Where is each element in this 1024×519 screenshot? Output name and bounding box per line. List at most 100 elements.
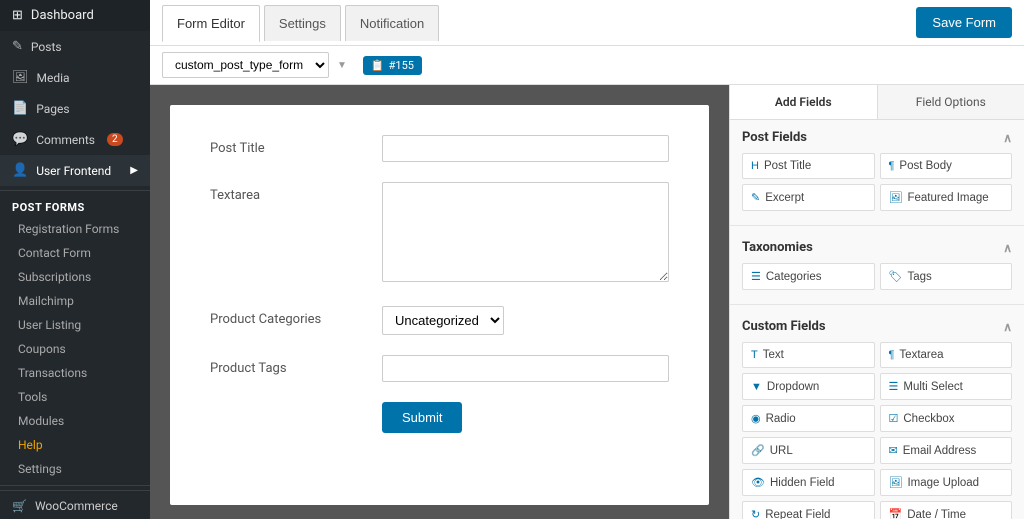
sidebar-item-woocommerce[interactable]: 🛒 WooCommerce: [0, 490, 150, 519]
field-row-product-categories: Product Categories Uncategorized: [210, 306, 669, 335]
sidebar-logo[interactable]: ⊞ Dashboard: [0, 0, 150, 31]
field-btn-email-address[interactable]: ✉ Email Address: [880, 437, 1013, 464]
field-btn-date-time[interactable]: 📅 Date / Time: [880, 501, 1013, 519]
field-btn-categories[interactable]: ☰ Categories: [742, 263, 875, 290]
pages-icon: 📄: [12, 101, 28, 116]
chevron-down-icon: ▼: [337, 60, 347, 71]
field-btn-radio[interactable]: ◉ Radio: [742, 405, 875, 432]
right-panel: Add Fields Field Options Post Fields ∧ H…: [729, 85, 1024, 519]
sidebar-item-transactions[interactable]: Transactions: [0, 361, 150, 385]
sidebar-item-comments[interactable]: 💬 Comments 2: [0, 124, 150, 155]
radio-btn-icon: ◉: [751, 412, 761, 425]
sidebar-item-subscriptions[interactable]: Subscriptions: [0, 265, 150, 289]
hidden-field-btn-label: Hidden Field: [770, 477, 835, 489]
url-btn-label: URL: [770, 445, 793, 457]
secondbar: custom_post_type_form ▼ 📋 #155: [150, 46, 1024, 85]
field-btn-repeat-field[interactable]: ↻ Repeat Field: [742, 501, 875, 519]
taxonomies-grid: ☰ Categories 🏷 Tags: [742, 263, 1012, 290]
custom-fields-section: Custom Fields ∧ T Text ¶ Textarea ▼ Drop…: [730, 309, 1024, 519]
custom-fields-collapse-icon[interactable]: ∧: [1003, 320, 1012, 334]
field-btn-post-title[interactable]: H Post Title: [742, 153, 875, 179]
field-btn-checkbox[interactable]: ☑ Checkbox: [880, 405, 1013, 432]
sidebar-item-user-listing[interactable]: User Listing: [0, 313, 150, 337]
sidebar-item-media[interactable]: 🖼 Media: [0, 62, 150, 93]
sidebar-item-posts[interactable]: ✎ Posts: [0, 31, 150, 62]
sidebar-item-user-frontend[interactable]: 👤 User Frontend ▶: [0, 155, 150, 186]
field-btn-multi-select[interactable]: ☰ Multi Select: [880, 373, 1013, 400]
posts-icon: ✎: [12, 39, 23, 54]
sidebar-item-help[interactable]: Help: [0, 433, 150, 457]
content-row: Post Title Textarea Product Categories: [150, 85, 1024, 519]
field-btn-dropdown[interactable]: ▼ Dropdown: [742, 373, 875, 400]
field-btn-tags[interactable]: 🏷 Tags: [880, 263, 1013, 290]
media-icon: 🖼: [12, 70, 29, 85]
submit-row: Submit: [210, 402, 669, 433]
tab-settings[interactable]: Settings: [264, 5, 341, 41]
date-time-btn-icon: 📅: [889, 508, 903, 519]
email-btn-label: Email Address: [903, 445, 977, 457]
post-body-btn-icon: ¶: [889, 160, 895, 172]
taxonomies-title: Taxonomies: [742, 240, 813, 255]
sidebar-item-settings[interactable]: Settings: [0, 457, 150, 481]
post-fields-collapse-icon[interactable]: ∧: [1003, 131, 1012, 145]
field-btn-image-upload[interactable]: 🖼 Image Upload: [880, 469, 1013, 496]
excerpt-btn-label: Excerpt: [765, 192, 804, 204]
post-forms-section-label: Post Forms: [0, 195, 150, 217]
field-btn-excerpt[interactable]: ✎ Excerpt: [742, 184, 875, 211]
post-fields-grid: H Post Title ¶ Post Body ✎ Excerpt 🖼 Fea…: [742, 153, 1012, 211]
form-name-select[interactable]: custom_post_type_form: [162, 52, 329, 78]
sidebar: ⊞ Dashboard ✎ Posts 🖼 Media 📄 Pages 💬 Co…: [0, 0, 150, 519]
field-btn-featured-image[interactable]: 🖼 Featured Image: [880, 184, 1013, 211]
featured-image-btn-icon: 🖼: [889, 191, 903, 204]
taxonomies-collapse-icon[interactable]: ∧: [1003, 241, 1012, 255]
tab-form-editor[interactable]: Form Editor: [162, 5, 260, 42]
comments-icon: 💬: [12, 132, 28, 147]
post-title-input[interactable]: [382, 135, 669, 162]
field-btn-hidden-field[interactable]: 👁 Hidden Field: [742, 469, 875, 496]
post-fields-header: Post Fields ∧: [742, 130, 1012, 145]
sidebar-item-contact-form[interactable]: Contact Form: [0, 241, 150, 265]
sidebar-item-coupons[interactable]: Coupons: [0, 337, 150, 361]
repeat-field-btn-icon: ↻: [751, 508, 760, 519]
categories-btn-icon: ☰: [751, 270, 761, 283]
dropdown-btn-label: Dropdown: [767, 381, 819, 393]
field-btn-post-body[interactable]: ¶ Post Body: [880, 153, 1013, 179]
categories-btn-label: Categories: [766, 271, 822, 283]
topbar: Form Editor Settings Notification Save F…: [150, 0, 1024, 46]
tab-notification[interactable]: Notification: [345, 5, 439, 41]
tab-field-options[interactable]: Field Options: [878, 85, 1024, 119]
save-button[interactable]: Save Form: [916, 7, 1012, 38]
field-btn-textarea[interactable]: ¶ Textarea: [880, 342, 1013, 368]
product-categories-label: Product Categories: [210, 306, 370, 327]
post-title-label: Post Title: [210, 135, 370, 156]
sidebar-media-label: Media: [37, 71, 70, 85]
taxonomies-header: Taxonomies ∧: [742, 240, 1012, 255]
field-row-product-tags: Product Tags: [210, 355, 669, 382]
sidebar-item-tools[interactable]: Tools: [0, 385, 150, 409]
post-body-btn-label: Post Body: [899, 160, 951, 172]
post-title-btn-icon: H: [751, 160, 759, 172]
chevron-right-icon: ▶: [130, 165, 138, 176]
product-categories-select[interactable]: Uncategorized: [382, 306, 504, 335]
product-tags-input[interactable]: [382, 355, 669, 382]
sidebar-user-frontend-label: User Frontend: [36, 164, 111, 178]
sidebar-posts-label: Posts: [31, 40, 62, 54]
product-tags-wrap: [382, 355, 669, 382]
sidebar-item-mailchimp[interactable]: Mailchimp: [0, 289, 150, 313]
submit-button[interactable]: Submit: [382, 402, 462, 433]
sidebar-item-pages[interactable]: 📄 Pages: [0, 93, 150, 124]
sidebar-logo-label: Dashboard: [31, 8, 94, 23]
custom-fields-title: Custom Fields: [742, 319, 826, 334]
field-btn-text[interactable]: T Text: [742, 342, 875, 368]
main-content: Form Editor Settings Notification Save F…: [150, 0, 1024, 519]
post-fields-section: Post Fields ∧ H Post Title ¶ Post Body ✎…: [730, 120, 1024, 221]
checkbox-btn-icon: ☑: [889, 412, 899, 425]
field-btn-url[interactable]: 🔗 URL: [742, 437, 875, 464]
radio-btn-label: Radio: [766, 413, 796, 425]
textarea-btn-label: Textarea: [899, 349, 943, 361]
sidebar-item-registration-forms[interactable]: Registration Forms: [0, 217, 150, 241]
sidebar-item-modules[interactable]: Modules: [0, 409, 150, 433]
tab-add-fields[interactable]: Add Fields: [730, 85, 878, 119]
hidden-field-btn-icon: 👁: [751, 476, 765, 489]
textarea-input[interactable]: [382, 182, 669, 282]
